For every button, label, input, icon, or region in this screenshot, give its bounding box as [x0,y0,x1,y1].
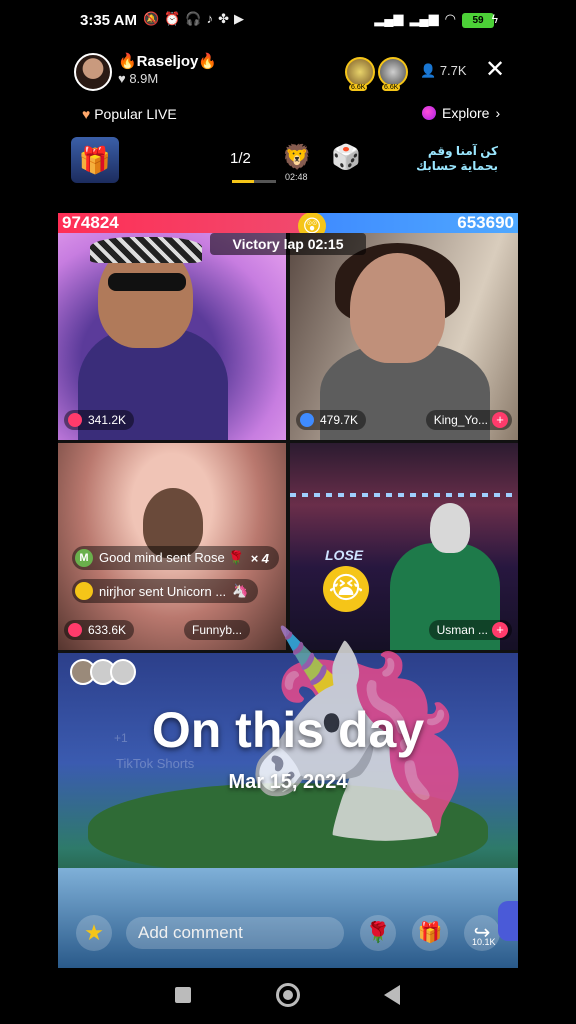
status-time: 3:35 AM [80,12,137,29]
coin-icon [68,413,82,427]
live-battle: 974824 653690 😲 341.2K 479.7K King_Yo...… [58,213,518,968]
charging-icon: ϟ [491,12,498,26]
follow-plus-icon[interactable]: + [492,412,508,428]
coin-icon [68,623,82,637]
gift-icon: 🎁 [417,922,443,944]
gift-comment: M Good mind sent Rose 🌹 × 4 [72,546,279,570]
page-counter: 1/2 [230,150,251,167]
explore-icon [422,106,436,120]
viewer-badge: 6.6K [382,84,401,91]
battle-score-bar [58,213,518,233]
status-bar: 3:35 AM 🔕 ⏰ 🎧 ♪ ✤ ▶ ▂▄▆ ▂▄▆ ◠ 59 ϟ [0,0,576,42]
top-viewer-avatar-1[interactable]: 6.6K [345,57,375,91]
memory-date: Mar 15, 2024 [228,771,348,793]
tile-score: 633.6K [64,620,135,640]
tile-score: 341.2K [64,410,135,430]
rose-gift-button[interactable]: 🌹 [360,915,396,951]
host-likes: ♥ 8.9M [118,71,159,86]
youtube-icon: ▶ [233,11,244,26]
commenter-avatar: M [75,549,93,567]
star-icon[interactable]: ★ [76,915,112,951]
gift-button[interactable]: 🎁 [412,915,448,951]
victory-lap-timer: Victory lap 02:15 [210,233,366,255]
viewer-count[interactable]: 👤 7.7K [420,63,467,79]
host-avatar[interactable] [74,53,112,91]
headphones-icon: 🎧 [185,11,202,26]
home-button[interactable] [276,983,300,1007]
popular-live-link[interactable]: ♥ Popular LIVE [82,106,177,122]
score-right: 653690 [457,213,514,232]
back-button[interactable] [384,985,400,1005]
signal-icons: ▂▄▆ ▂▄▆ ◠ [374,11,456,27]
tile-score: 479.7K [296,410,367,430]
video-tile-2[interactable]: 479.7K King_Yo... + [290,233,518,440]
recents-button[interactable] [175,987,191,1003]
close-button[interactable]: ✕ [483,57,507,83]
close-icon: ✕ [484,56,506,83]
video-tile-1[interactable]: 341.2K [58,233,286,440]
host-name[interactable]: 🔥Raseljoy🔥 [118,52,217,70]
lose-badge: LOSE [325,547,364,563]
mute-icon: 🔕 [143,11,160,26]
memory-title: On this day [151,702,425,758]
chevron-right-icon: › [495,105,501,121]
signal-icon-2: ▂▄▆ [409,11,439,26]
wifi-icon: ◠ [444,11,456,26]
battery-icon: 59 [462,13,494,28]
tile-username[interactable]: King_Yo... + [425,410,512,430]
guest-avatars[interactable] [70,659,136,685]
notification-icons: 🔕 ⏰ 🎧 ♪ ✤ ▶ [143,11,244,27]
explore-link[interactable]: Explore › [422,105,500,121]
gift-box-icon[interactable]: 🎲 [330,143,362,173]
treasure-chest-icon[interactable]: 🎁 [71,137,119,183]
viewer-badge: 6.6K [349,84,368,91]
side-panel-tab[interactable] [498,901,518,941]
commenter-avatar [75,582,93,600]
score-left: 974824 [62,213,119,232]
rose-icon: 🌹 [365,922,391,944]
page-progress-bar [232,180,276,183]
signal-icon: ▂▄▆ [374,11,404,26]
coin-icon [300,413,314,427]
app-icon: ✤ [218,11,229,26]
heart-icon: ♥ [82,106,91,122]
gift-timer: 02:48 [285,172,308,182]
comment-input[interactable]: Add comment [126,917,344,949]
tiktok-icon: ♪ [206,11,214,26]
safety-banner[interactable]: كن آمنا وقم بحماية حسابك [398,144,498,174]
viewers-icon: 👤 [420,63,437,78]
share-count: 10.1K [472,937,496,947]
gift-lion-icon[interactable]: 🦁 [281,143,313,173]
alarm-icon: ⏰ [164,11,181,26]
top-viewer-avatar-2[interactable]: 6.6K [378,57,408,91]
